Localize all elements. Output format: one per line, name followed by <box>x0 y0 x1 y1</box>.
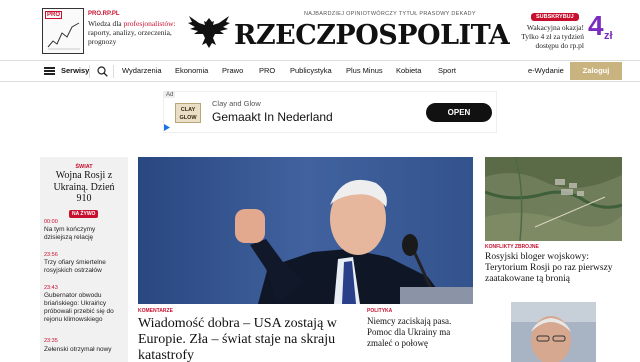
live-entry-time: 23:56 <box>44 252 58 258</box>
eagle-icon <box>188 16 230 48</box>
pro-line1b: profesjonalistów: <box>123 19 176 28</box>
side-story-tag: POLITYKA <box>367 308 393 314</box>
pro-line1a: Wiedza dla <box>88 19 124 28</box>
site-tagline: NAJBARDZIEJ OPINIOTWÓRCZY TYTUŁ PRASOWY … <box>304 11 476 17</box>
main-story-tag: KOMENTARZE <box>138 308 173 314</box>
pro-line3: prognozy <box>88 37 117 46</box>
pro-promo-text: Wiedza dla profesjonalistów: raporty, an… <box>88 19 198 46</box>
nav-divider <box>89 65 90 78</box>
nav-item-wydarzenia[interactable]: Wydarzenia <box>122 66 162 75</box>
nav-item-publicystyka[interactable]: Publicystyka <box>290 66 332 75</box>
nav-item-sport[interactable]: Sport <box>438 66 456 75</box>
pro-line2: raporty, analizy, orzeczenia, <box>88 28 172 37</box>
login-button[interactable]: Zaloguj <box>570 62 622 80</box>
right-story-headline[interactable]: Rosyjski bloger wojskowy: Terytorium Ros… <box>485 252 625 285</box>
nav-item-ekonomia[interactable]: Ekonomia <box>175 66 208 75</box>
live-coverage-box[interactable]: ŚWIAT Wojna Rosji z Ukrainą. Dzień 910 N… <box>40 157 128 362</box>
side-story[interactable]: POLITYKA Niemcy zaciskają pasa. Pomoc dl… <box>367 304 473 362</box>
speaker-photo <box>138 157 473 304</box>
pro-badge: PRO <box>45 11 63 19</box>
live-badge: NA ŻYWO <box>69 210 99 218</box>
subscription-text: Wakacyjna okazja! Tylko 4 zł za tydzień … <box>502 23 584 50</box>
secondary-story-image[interactable] <box>511 302 596 362</box>
ad-brand-logo: CLAY GLOW <box>175 103 201 123</box>
sub-line3: dostępu do rp.pl <box>535 41 584 50</box>
site-logo[interactable]: NAJBARDZIEJ OPINIOTWÓRCZY TYTUŁ PRASOWY … <box>186 8 510 54</box>
main-story[interactable]: KOMENTARZE Wiadomość dobra – USA zostają… <box>138 304 360 362</box>
pro-chart-thumbnail: PRO <box>42 8 84 54</box>
site-title: RZECZPOSPOLITA <box>234 20 510 51</box>
nav-item-prawo[interactable]: Prawo <box>222 66 243 75</box>
main-nav: Serwisy Wydarzenia Ekonomia Prawo PRO Pu… <box>0 60 640 82</box>
right-story-image[interactable] <box>485 157 622 241</box>
nav-ewydanie[interactable]: e-Wydanie <box>528 66 564 75</box>
subscribe-badge[interactable]: SUBSKRYBUJ <box>531 13 579 21</box>
live-entry[interactable]: Trzy ofiary śmiertelne rosyjskich ostrza… <box>44 259 124 275</box>
live-title[interactable]: Wojna Rosji z Ukrainą. Dzień 910 <box>46 170 122 205</box>
live-entry-time: 00:00 <box>44 219 58 225</box>
sub-line2: Tylko 4 zł za tydzień <box>521 32 584 41</box>
ad-logo-line2: GLOW <box>179 115 197 121</box>
right-story-tag: KONFLIKTY ZBROJNE <box>485 244 539 250</box>
price-unit: zł <box>604 30 613 42</box>
ad-brand: Clay and Glow <box>212 99 261 108</box>
ad-info-icon[interactable] <box>164 124 170 131</box>
live-entry[interactable]: Gubernator obwodu briańskiego: Ukraińcy … <box>44 292 124 324</box>
main-story-headline[interactable]: Wiadomość dobra – USA zostają w Europie.… <box>138 316 360 362</box>
live-entry-time: 23:43 <box>44 285 58 291</box>
pro-kicker: PRO.RP.PL <box>88 11 120 17</box>
price-number: 4 <box>588 10 604 41</box>
ad-open-button[interactable]: OPEN <box>426 103 492 122</box>
main-story-image[interactable] <box>138 157 473 304</box>
nav-item-kobieta[interactable]: Kobieta <box>396 66 421 75</box>
live-entry[interactable]: Zełenski otrzymał nowy <box>44 346 124 354</box>
live-entry[interactable]: Na tym kończymy dzisiejszą relację <box>44 226 124 242</box>
sub-line1: Wakacyjna okazja! <box>526 23 584 32</box>
subscription-promo[interactable]: SUBSKRYBUJ Wakacyjna okazja! Tylko 4 zł … <box>500 10 625 54</box>
ad-headline: Gemaakt In Nederland <box>212 110 333 124</box>
nav-divider <box>113 65 114 78</box>
hamburger-menu-icon[interactable] <box>44 67 55 75</box>
satellite-map-photo <box>485 157 622 241</box>
man-portrait-photo <box>511 302 596 362</box>
live-entry-time: 23:35 <box>44 338 58 344</box>
ad-label: Ad <box>164 92 176 98</box>
ad-logo-line1: CLAY <box>180 107 196 113</box>
side-story-headline[interactable]: Niemcy zaciskają pasa. Pomoc dla Ukrainy… <box>367 316 467 349</box>
nav-item-pro[interactable]: PRO <box>259 66 275 75</box>
right-story[interactable]: KONFLIKTY ZBROJNE Rosyjski bloger wojsko… <box>485 244 625 294</box>
page: PRO PRO.RP.PL Wiedza dla profesjonalistó… <box>0 0 640 362</box>
pro-promo[interactable]: PRO PRO.RP.PL Wiedza dla profesjonalistó… <box>42 8 192 54</box>
nav-serwisy[interactable]: Serwisy <box>61 66 89 75</box>
line-chart-icon <box>47 22 80 50</box>
site-header: PRO PRO.RP.PL Wiedza dla profesjonalistó… <box>0 0 640 58</box>
ad-banner[interactable]: Ad CLAY GLOW Clay and Glow Gemaakt In Ne… <box>163 91 497 133</box>
search-icon[interactable] <box>97 66 108 77</box>
nav-item-plus-minus[interactable]: Plus Minus <box>346 66 383 75</box>
